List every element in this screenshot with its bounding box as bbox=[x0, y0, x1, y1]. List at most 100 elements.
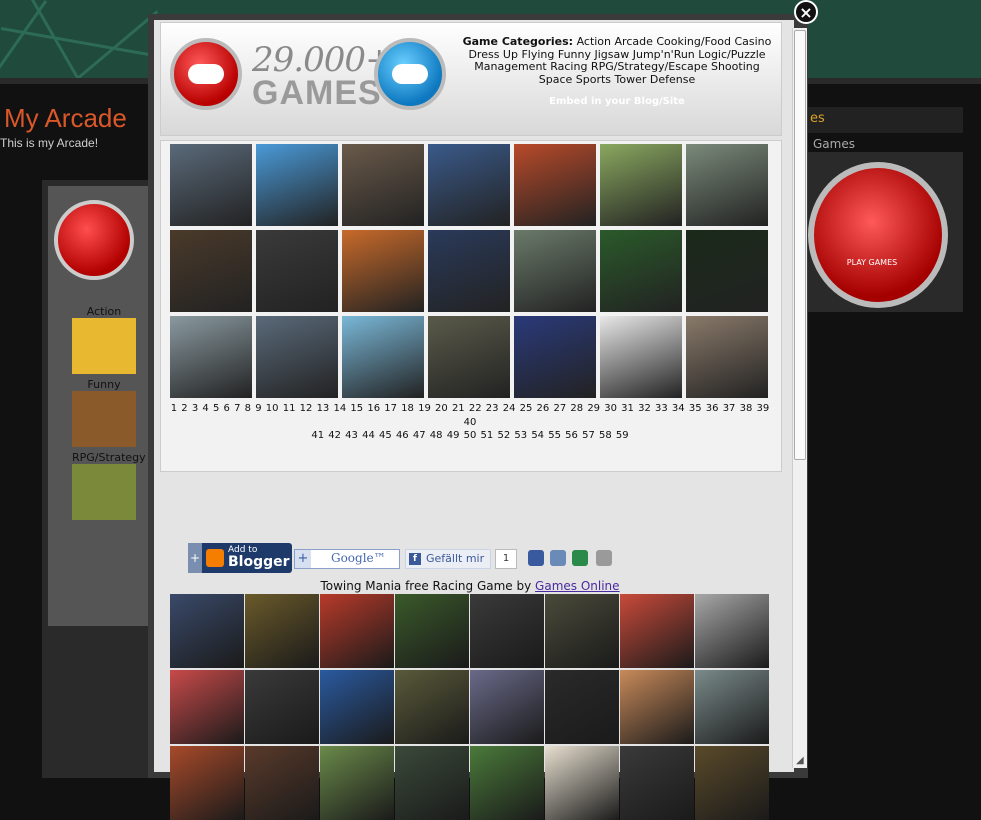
add-to-google-button[interactable]: + Google™ bbox=[294, 549, 400, 569]
recommended-game-thumbnail[interactable] bbox=[395, 594, 469, 668]
recommended-game-thumbnail[interactable] bbox=[320, 670, 394, 744]
sidebar-thumb-rpg[interactable] bbox=[72, 464, 136, 520]
page-link[interactable]: 39 bbox=[757, 403, 770, 414]
game-thumbnail[interactable] bbox=[514, 144, 596, 226]
page-link[interactable]: 43 bbox=[345, 430, 358, 441]
recommended-game-thumbnail[interactable] bbox=[470, 670, 544, 744]
recommended-game-thumbnail[interactable] bbox=[245, 594, 319, 668]
page-link[interactable]: 30 bbox=[604, 403, 617, 414]
page-link[interactable]: 37 bbox=[723, 403, 736, 414]
recommended-game-thumbnail[interactable] bbox=[545, 594, 619, 668]
page-link[interactable]: 21 bbox=[452, 403, 465, 414]
page-link[interactable]: 10 bbox=[266, 403, 279, 414]
page-link[interactable]: 5 bbox=[213, 403, 219, 414]
page-link[interactable]: 55 bbox=[548, 430, 561, 441]
recommended-game-thumbnail[interactable] bbox=[320, 746, 394, 820]
page-link[interactable]: 34 bbox=[672, 403, 685, 414]
game-thumbnail[interactable] bbox=[170, 230, 252, 312]
stumbleupon-icon[interactable] bbox=[572, 550, 588, 566]
page-link[interactable]: 58 bbox=[599, 430, 612, 441]
page-link[interactable]: 1 bbox=[171, 403, 177, 414]
game-thumbnail[interactable] bbox=[256, 316, 338, 398]
page-link[interactable]: 40 bbox=[464, 417, 477, 428]
sidebar-logo[interactable] bbox=[54, 200, 134, 280]
recommended-game-thumbnail[interactable] bbox=[545, 670, 619, 744]
game-thumbnail[interactable] bbox=[686, 230, 768, 312]
game-thumbnail[interactable] bbox=[514, 230, 596, 312]
recommended-game-thumbnail[interactable] bbox=[170, 594, 244, 668]
recommended-game-thumbnail[interactable] bbox=[545, 746, 619, 820]
page-link[interactable]: 2 bbox=[181, 403, 187, 414]
page-link[interactable]: 9 bbox=[255, 403, 261, 414]
right-panel-link[interactable]: Games bbox=[813, 137, 855, 151]
game-thumbnail[interactable] bbox=[600, 230, 682, 312]
recommended-game-thumbnail[interactable] bbox=[395, 670, 469, 744]
page-link[interactable]: 15 bbox=[350, 403, 363, 414]
page-link[interactable]: 32 bbox=[638, 403, 651, 414]
recommended-game-thumbnail[interactable] bbox=[170, 670, 244, 744]
page-link[interactable]: 44 bbox=[362, 430, 375, 441]
recommended-game-thumbnail[interactable] bbox=[695, 594, 769, 668]
page-link[interactable]: 52 bbox=[497, 430, 510, 441]
page-link[interactable]: 41 bbox=[311, 430, 324, 441]
recommended-game-thumbnail[interactable] bbox=[395, 746, 469, 820]
recommended-game-thumbnail[interactable] bbox=[245, 746, 319, 820]
recommended-game-thumbnail[interactable] bbox=[245, 670, 319, 744]
page-link[interactable]: 16 bbox=[367, 403, 380, 414]
page-link[interactable]: 18 bbox=[401, 403, 414, 414]
page-link[interactable]: 8 bbox=[245, 403, 251, 414]
page-link[interactable]: 42 bbox=[328, 430, 341, 441]
page-link[interactable]: 59 bbox=[616, 430, 629, 441]
page-link[interactable]: 7 bbox=[234, 403, 240, 414]
page-link[interactable]: 26 bbox=[537, 403, 550, 414]
game-thumbnail[interactable] bbox=[600, 144, 682, 226]
game-thumbnail[interactable] bbox=[514, 316, 596, 398]
page-link[interactable]: 27 bbox=[553, 403, 566, 414]
recommended-game-thumbnail[interactable] bbox=[620, 594, 694, 668]
page-link[interactable]: 56 bbox=[565, 430, 578, 441]
recommended-game-thumbnail[interactable] bbox=[470, 594, 544, 668]
page-link[interactable]: 12 bbox=[300, 403, 313, 414]
play-games-logo[interactable] bbox=[808, 162, 948, 308]
page-link[interactable]: 51 bbox=[481, 430, 494, 441]
page-link[interactable]: 38 bbox=[740, 403, 753, 414]
page-link[interactable]: 36 bbox=[706, 403, 719, 414]
page-link[interactable]: 25 bbox=[520, 403, 533, 414]
game-thumbnail[interactable] bbox=[428, 230, 510, 312]
facebook-like-button[interactable]: f Gefällt mir bbox=[405, 549, 491, 569]
recommended-game-thumbnail[interactable] bbox=[470, 746, 544, 820]
game-thumbnail[interactable] bbox=[256, 230, 338, 312]
page-link[interactable]: 45 bbox=[379, 430, 392, 441]
embed-link[interactable]: Embed in your Blog/Site bbox=[462, 96, 772, 107]
page-link[interactable]: 20 bbox=[435, 403, 448, 414]
page-link[interactable]: 33 bbox=[655, 403, 668, 414]
page-link[interactable]: 50 bbox=[464, 430, 477, 441]
game-thumbnail[interactable] bbox=[600, 316, 682, 398]
game-thumbnail[interactable] bbox=[686, 144, 768, 226]
game-thumbnail[interactable] bbox=[256, 144, 338, 226]
page-link[interactable]: 35 bbox=[689, 403, 702, 414]
game-thumbnail[interactable] bbox=[342, 144, 424, 226]
page-link[interactable]: 31 bbox=[621, 403, 634, 414]
games-online-link[interactable]: Games Online bbox=[535, 579, 620, 593]
more-share-icon[interactable] bbox=[596, 550, 612, 566]
game-thumbnail[interactable] bbox=[170, 316, 252, 398]
game-thumbnail[interactable] bbox=[342, 230, 424, 312]
recommended-game-thumbnail[interactable] bbox=[320, 594, 394, 668]
reddit-icon[interactable] bbox=[550, 550, 566, 566]
page-link[interactable]: 54 bbox=[531, 430, 544, 441]
page-link[interactable]: 3 bbox=[192, 403, 198, 414]
scrollbar-thumb[interactable] bbox=[794, 30, 806, 460]
recommended-game-thumbnail[interactable] bbox=[695, 670, 769, 744]
page-link[interactable]: 22 bbox=[469, 403, 482, 414]
page-link[interactable]: 6 bbox=[224, 403, 230, 414]
page-link[interactable]: 28 bbox=[570, 403, 583, 414]
game-thumbnail[interactable] bbox=[428, 316, 510, 398]
page-link[interactable]: 57 bbox=[582, 430, 595, 441]
sidebar-category-funny[interactable]: Funny bbox=[72, 378, 136, 391]
page-link[interactable]: 19 bbox=[418, 403, 431, 414]
page-link[interactable]: 17 bbox=[384, 403, 397, 414]
resize-grip-icon[interactable]: ◢ bbox=[796, 756, 806, 766]
page-link[interactable]: 46 bbox=[396, 430, 409, 441]
page-link[interactable]: 29 bbox=[587, 403, 600, 414]
